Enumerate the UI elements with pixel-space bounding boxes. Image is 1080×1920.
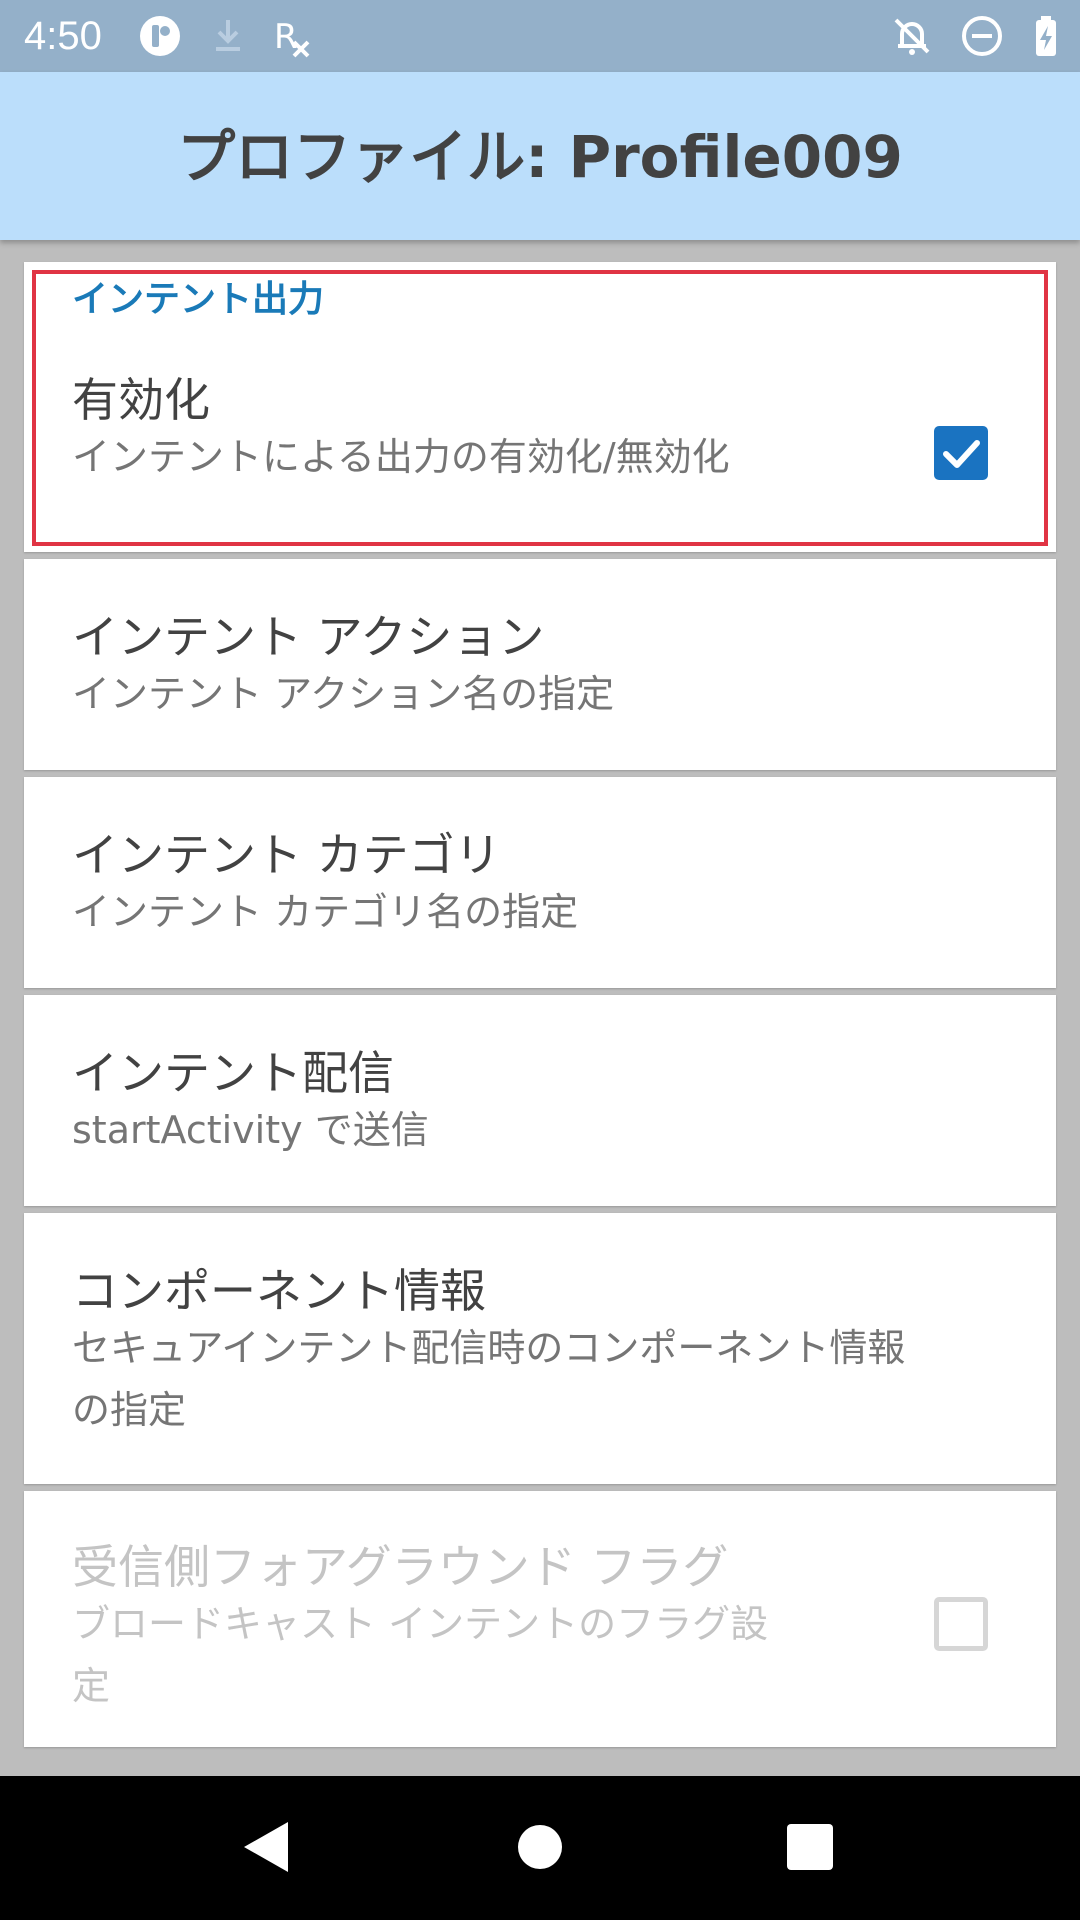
enable-checkbox[interactable]: [934, 426, 988, 480]
enable-title: 有効化: [72, 373, 210, 427]
foreground-flag-summary-line1: ブロードキャスト インテントのフラグ設: [72, 1602, 769, 1646]
component-summary-line2: の指定: [72, 1388, 187, 1432]
enable-preference[interactable]: 有効化 インテントによる出力の有効化/無効化: [24, 342, 1056, 542]
category-header: インテント出力: [72, 279, 325, 320]
action-title: インテント アクション: [72, 610, 545, 664]
preference-list: インテント出力 有効化 インテントによる出力の有効化/無効化 インテント アクシ…: [24, 262, 1056, 1754]
home-icon[interactable]: [505, 1812, 575, 1882]
delivery-summary: startActivity で送信: [72, 1108, 429, 1152]
status-bar: 4:50 R: [0, 0, 1080, 72]
rx-icon: R: [274, 17, 310, 58]
category-title: インテント カテゴリ: [72, 828, 501, 882]
back-icon[interactable]: [232, 1812, 302, 1882]
foreground-flag-summary-line2: 定: [72, 1664, 111, 1708]
check-icon: [943, 440, 980, 468]
svg-text:R: R: [274, 17, 298, 57]
navigation-bar: [0, 1776, 1080, 1920]
recents-icon[interactable]: [775, 1812, 845, 1882]
enable-summary: インテントによる出力の有効化/無効化: [72, 435, 730, 479]
foreground-flag-title: 受信側フォアグラウンド フラグ: [72, 1540, 729, 1594]
component-summary-line1: セキュアインテント配信時のコンポーネント情報: [72, 1326, 906, 1370]
intent-category-preference[interactable]: インテント カテゴリ インテント カテゴリ名の指定: [24, 777, 1056, 988]
foreground-flag-checkbox: [934, 1597, 988, 1651]
app-notification-icon: [140, 16, 180, 56]
download-icon: [216, 20, 240, 51]
intent-output-card: インテント出力 有効化 インテントによる出力の有効化/無効化: [24, 262, 1056, 552]
foreground-flag-preference: 受信側フォアグラウンド フラグ ブロードキャスト インテントのフラグ設 定: [24, 1491, 1056, 1747]
category-summary: インテント カテゴリ名の指定: [72, 890, 579, 934]
page-title: プロファイル: Profile009: [177, 123, 903, 191]
app-bar: プロファイル: Profile009: [0, 72, 1080, 240]
delivery-title: インテント配信: [72, 1046, 394, 1100]
component-info-preference[interactable]: コンポーネント情報 セキュアインテント配信時のコンポーネント情報 の指定: [24, 1213, 1056, 1484]
intent-delivery-preference[interactable]: インテント配信 startActivity で送信: [24, 995, 1056, 1206]
component-title: コンポーネント情報: [72, 1264, 486, 1318]
battery-charging-icon: [1036, 16, 1056, 56]
notifications-off-icon: [894, 18, 930, 55]
intent-action-preference[interactable]: インテント アクション インテント アクション名の指定: [24, 559, 1056, 770]
status-time: 4:50: [24, 14, 102, 58]
do-not-disturb-icon: [962, 16, 1002, 56]
action-summary: インテント アクション名の指定: [72, 672, 615, 716]
